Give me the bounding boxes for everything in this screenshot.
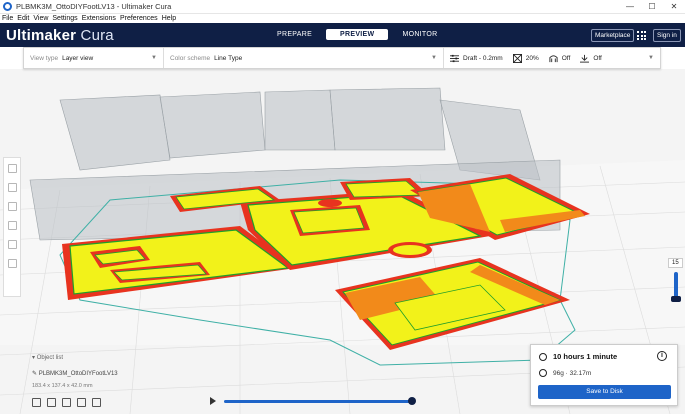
menu-help[interactable]: Help [162,15,176,22]
infill-item: 20% [512,53,539,63]
view-3d-icon[interactable] [32,398,41,407]
view-top-icon[interactable] [62,398,71,407]
window-title: PLBMK3M_OttoDIYFootLV13 - Ultimaker Cura [16,2,172,11]
adhesion-value: Off [593,54,602,62]
profile-item: Draft - 0.2mm [450,54,503,63]
brand-bold: Ultimaker [6,26,77,44]
menu-extensions[interactable]: Extensions [82,15,116,22]
adhesion-item: Off [580,54,602,63]
rotate-tool-icon[interactable] [7,202,17,211]
view-front-icon[interactable] [47,398,56,407]
chevron-down-icon: ▼ [151,55,157,61]
per-model-settings-icon[interactable] [7,240,17,249]
minimize-icon[interactable]: — [619,0,641,14]
material-usage: 96g · 32.17m [553,369,592,377]
cura-app-icon [3,2,12,11]
infill-icon [512,53,522,63]
chevron-down-icon: ▼ [431,55,437,61]
view-type-value: Layer view [62,54,94,62]
brand-light: Cura [76,26,114,44]
path-slider[interactable] [224,396,416,405]
simulation-player [210,396,416,405]
layer-number-input[interactable]: 15 [668,258,683,268]
color-scheme-dropdown[interactable]: Color scheme Line Type ▼ [164,48,444,68]
infill-value: 20% [525,54,539,62]
adhesion-icon [580,54,590,63]
support-blocker-icon[interactable] [7,259,17,268]
menu-view[interactable]: View [33,15,48,22]
apps-grid-icon[interactable] [637,31,646,40]
view-toolbar: View type Layer view ▼ Color scheme Line… [23,47,661,69]
mirror-tool-icon[interactable] [7,221,17,230]
view-right-icon[interactable] [92,398,101,407]
app-header: Ultimaker Cura PREPARE PREVIEW MONITOR M… [0,23,685,47]
camera-view-buttons [32,398,101,407]
print-time: 10 hours 1 minute [553,352,618,361]
profile-value: Draft - 0.2mm [463,54,503,62]
menu-bar: File Edit View Settings Extensions Prefe… [0,14,685,23]
support-icon [549,54,558,62]
tab-prepare[interactable]: PREPARE [263,29,326,40]
object-name-text: PLBMK3M_OttoDIYFootLV13 [38,371,118,377]
left-tool-panel [3,157,21,297]
print-settings-selector[interactable]: Draft - 0.2mm 20% Off Off ▼ [444,48,660,68]
color-scheme-label: Color scheme [170,54,211,62]
maximize-icon[interactable]: ☐ [641,0,663,14]
marketplace-button[interactable]: Marketplace [591,29,635,42]
play-icon[interactable] [210,397,216,405]
menu-edit[interactable]: Edit [17,15,29,22]
support-item: Off [549,54,571,63]
sliders-icon [450,54,459,62]
info-icon[interactable]: i [657,351,667,361]
stage-tabs: PREPARE PREVIEW MONITOR [263,29,451,40]
chevron-down-icon: ▼ [648,55,654,61]
menu-settings[interactable]: Settings [52,15,77,22]
save-to-disk-button[interactable]: Save to Disk [538,385,671,399]
color-scheme-value: Line Type [214,54,243,62]
signin-button[interactable]: Sign in [653,29,681,42]
window-title-bar: PLBMK3M_OttoDIYFootLV13 - Ultimaker Cura… [0,0,685,14]
tab-preview[interactable]: PREVIEW [326,29,389,40]
move-tool-icon[interactable] [7,164,17,173]
window-controls: — ☐ ✕ [619,0,685,14]
view-type-dropdown[interactable]: View type Layer view ▼ [24,48,164,68]
path-slider-handle[interactable] [408,396,416,405]
menu-file[interactable]: File [2,15,13,22]
object-dimensions: 183.4 x 137.4 x 42.0 mm [32,383,93,389]
spool-icon [539,369,547,377]
brand-logo: Ultimaker Cura [6,27,114,44]
layer-slider-handle[interactable] [671,296,681,302]
view-left-icon[interactable] [77,398,86,407]
clock-icon [539,352,547,361]
object-name: ✎ PLBMK3M_OttoDIYFootLV13 [32,371,118,377]
scale-tool-icon[interactable] [7,183,17,192]
print-time-row: 10 hours 1 minute [539,352,617,361]
support-value: Off [561,54,571,62]
tab-monitor[interactable]: MONITOR [388,29,451,40]
material-row: 96g · 32.17m [539,369,591,377]
menu-preferences[interactable]: Preferences [120,15,158,22]
object-list-label: Object list [36,355,64,361]
print-info-panel: 10 hours 1 minute i 96g · 32.17m Save to… [530,344,678,406]
close-icon[interactable]: ✕ [663,0,685,14]
object-list-toggle[interactable]: ▾ Object list [32,354,63,361]
view-type-label: View type [30,54,59,62]
